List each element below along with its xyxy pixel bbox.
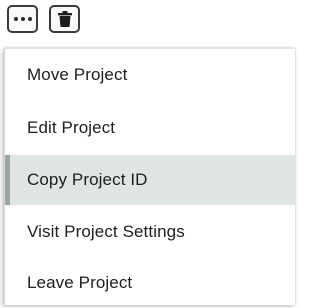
delete-button[interactable] <box>49 5 80 33</box>
menu-item-copy-project-id[interactable]: Copy Project ID <box>5 155 295 205</box>
trash-icon <box>57 11 72 27</box>
menu-item-visit-project-settings[interactable]: Visit Project Settings <box>5 207 295 257</box>
menu-item-move-project[interactable]: Move Project <box>5 50 295 100</box>
menu-item-edit-project[interactable]: Edit Project <box>5 103 295 153</box>
menu-item-leave-project[interactable]: Leave Project <box>5 258 295 308</box>
more-options-button[interactable] <box>7 5 38 33</box>
more-horizontal-icon <box>13 17 32 21</box>
project-toolbar <box>0 0 294 44</box>
project-actions-menu: Move Project Edit Project Copy Project I… <box>4 48 295 305</box>
